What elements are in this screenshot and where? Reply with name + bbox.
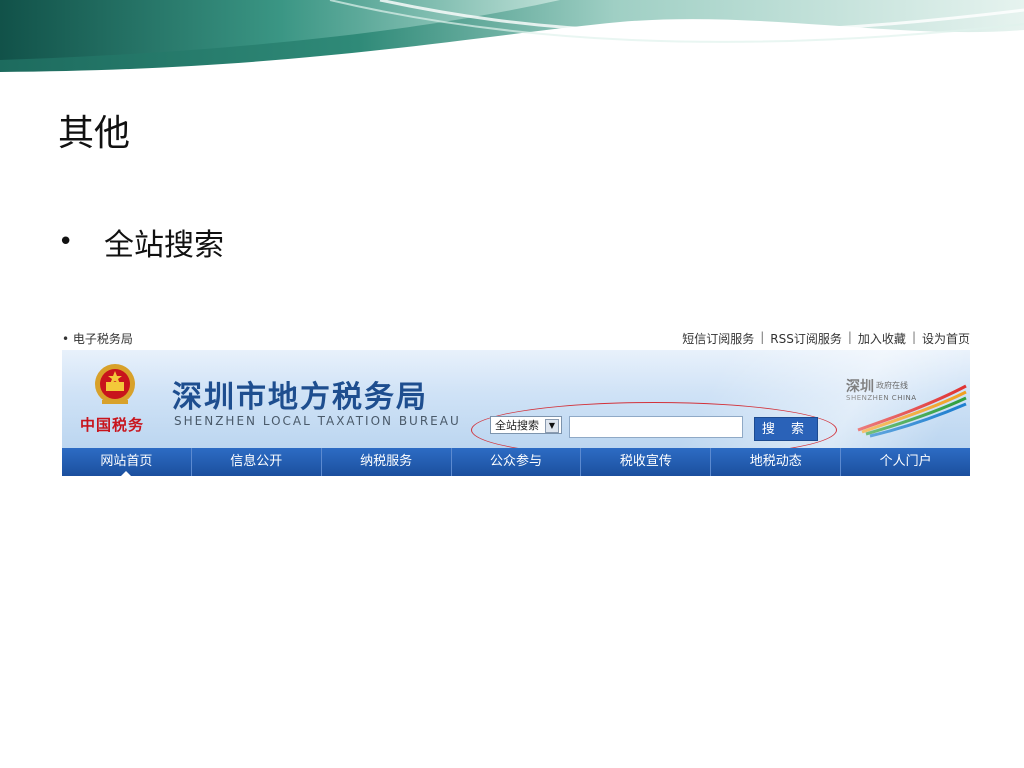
search-scope-select[interactable]: 全站搜索 ▼: [490, 416, 562, 434]
link-separator: |: [760, 330, 765, 344]
search-button[interactable]: 搜 索: [754, 417, 818, 441]
slide-title: 其他: [58, 113, 131, 154]
e-tax-bureau-link[interactable]: • 电子税务局: [62, 330, 133, 347]
nav-item-personal-portal[interactable]: 个人门户: [841, 448, 970, 476]
set-homepage-link[interactable]: 设为首页: [922, 330, 970, 347]
site-banner: 中国税务 深圳市地方税务局 SHENZHEN LOCAL TAXATION BU…: [62, 350, 970, 448]
national-emblem-icon: [95, 364, 135, 404]
sms-subscribe-link[interactable]: 短信订阅服务: [682, 330, 754, 347]
nav-item-tax-publicity[interactable]: 税收宣传: [581, 448, 712, 476]
china-tax-caption: 中国税务: [80, 416, 145, 434]
main-nav: 网站首页 信息公开 纳税服务 公众参与 税收宣传 地税动态 个人门户: [62, 448, 970, 476]
search-input[interactable]: [569, 416, 743, 438]
nav-item-tax-service[interactable]: 纳税服务: [322, 448, 452, 476]
shenzhen-gov-logo-icon[interactable]: [842, 378, 968, 440]
bullet-text: 全站搜索: [104, 228, 224, 263]
header-wave-decoration: [0, 0, 1024, 72]
search-scope-value: 全站搜索: [495, 419, 539, 432]
shenzhen-logo-subtitle: 政府在线: [876, 381, 908, 390]
website-screenshot: • 电子税务局 短信订阅服务 | RSS订阅服务 | 加入收藏 | 设为首页 中…: [62, 324, 970, 476]
nav-item-tax-news[interactable]: 地税动态: [711, 448, 842, 476]
nav-item-info-disclosure[interactable]: 信息公开: [192, 448, 322, 476]
top-link-bar: • 电子税务局 短信订阅服务 | RSS订阅服务 | 加入收藏 | 设为首页: [62, 324, 970, 350]
rss-subscribe-link[interactable]: RSS订阅服务: [770, 330, 842, 347]
shenzhen-logo-title: 深圳: [846, 379, 874, 395]
bureau-name-english: SHENZHEN LOCAL TAXATION BUREAU: [174, 414, 461, 428]
bureau-name-chinese: 深圳市地方税务局: [172, 380, 428, 415]
dropdown-arrow-icon: ▼: [545, 419, 559, 433]
nav-item-public-participation[interactable]: 公众参与: [452, 448, 582, 476]
nav-item-home[interactable]: 网站首页: [62, 448, 192, 476]
shenzhen-logo-english: SHENZHEN CHINA: [846, 394, 917, 402]
bullet-item: • 全站搜索: [58, 222, 224, 263]
add-favorite-link[interactable]: 加入收藏: [858, 330, 906, 347]
bullet-dot-icon: •: [58, 227, 74, 257]
link-separator: |: [847, 330, 852, 344]
top-right-links: 短信订阅服务 | RSS订阅服务 | 加入收藏 | 设为首页: [682, 330, 970, 347]
link-separator: |: [911, 330, 916, 344]
